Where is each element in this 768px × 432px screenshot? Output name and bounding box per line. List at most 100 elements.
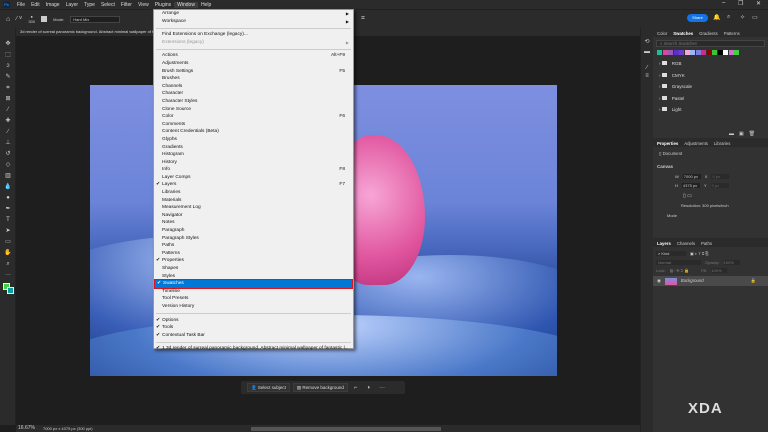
menu-window[interactable]: Window xyxy=(174,1,198,8)
menu-item-gradients[interactable]: Gradients xyxy=(154,144,353,152)
swatch[interactable] xyxy=(723,50,728,55)
y-input[interactable]: 0 px xyxy=(710,183,729,188)
layer-filter-select[interactable]: ⌕ Kind xyxy=(656,251,686,256)
menu-type[interactable]: Type xyxy=(81,2,98,8)
color-swatches[interactable] xyxy=(3,283,14,297)
blend-mode-select[interactable]: Normal xyxy=(656,260,701,265)
menu-file[interactable]: File xyxy=(14,2,28,8)
more-options-button[interactable]: ··· xyxy=(379,385,385,391)
history-panel-icon[interactable]: ⟲ xyxy=(641,38,653,45)
adjust-icon[interactable]: ◑ xyxy=(366,385,370,391)
hand-tool-icon[interactable]: ✋ xyxy=(4,250,12,256)
select-subject-button[interactable]: 👤 Select subject xyxy=(247,383,290,392)
tab-adjustments[interactable]: Adjustments xyxy=(684,141,708,146)
blur-tool-icon[interactable]: 💧 xyxy=(4,184,12,190)
menu-item-options[interactable]: ✔ Options xyxy=(154,317,353,325)
zoom-level[interactable]: 16.67% xyxy=(18,425,35,432)
tab-properties[interactable]: Properties xyxy=(657,141,678,146)
swatch[interactable] xyxy=(701,50,706,55)
share-button[interactable]: Share xyxy=(687,14,708,22)
tab-gradients[interactable]: Gradients xyxy=(699,31,718,36)
swatch[interactable] xyxy=(706,50,712,55)
close-icon[interactable]: ✕ xyxy=(756,0,761,7)
brush-panel-icon[interactable]: ∕ xyxy=(641,65,653,71)
lasso-tool-icon[interactable]: ↄ xyxy=(4,63,12,69)
menu-item-glyphs[interactable]: Glyphs xyxy=(154,136,353,144)
maximize-icon[interactable]: ❐ xyxy=(738,0,743,7)
menu-layer[interactable]: Layer xyxy=(63,2,82,8)
layer-row[interactable]: ◉ Background 🔒 xyxy=(653,276,768,286)
tab-channels[interactable]: Channels xyxy=(677,241,695,246)
menu-item-shapes[interactable]: Shapes xyxy=(154,265,353,273)
move-tool-icon[interactable]: ✥ xyxy=(4,41,12,47)
stamp-tool-icon[interactable]: ⊥ xyxy=(4,140,12,146)
menu-item-channels[interactable]: Channels xyxy=(154,83,353,91)
swatch[interactable] xyxy=(728,50,734,55)
menu-item-paragraph[interactable]: Paragraph xyxy=(154,227,353,235)
menu-item-contextual-task-bar[interactable]: ✔ Contextual Task Bar xyxy=(154,332,353,340)
swatch-folder-pastel[interactable]: › Pastel xyxy=(653,93,768,105)
document-info[interactable]: 7000 px x 4375 px (300 ppi) xyxy=(43,425,93,432)
brush-tool-icon[interactable]: ∕ ˅ xyxy=(16,16,22,22)
menu-help[interactable]: Help xyxy=(198,2,214,8)
menu-item-actions[interactable]: Actions Alt+F9 xyxy=(154,52,353,60)
menu-select[interactable]: Select xyxy=(98,2,118,8)
swatch[interactable] xyxy=(662,50,668,55)
horizontal-scrollbar[interactable] xyxy=(250,426,441,431)
menu-view[interactable]: View xyxy=(135,2,152,8)
home-icon[interactable]: ⌂ xyxy=(6,16,10,23)
lock-icons[interactable]: ▦ ∕ ✥ ⌗ 🔒 xyxy=(670,268,689,273)
menu-item-navigator[interactable]: Navigator xyxy=(154,212,353,220)
menu-item-libraries[interactable]: Libraries xyxy=(154,189,353,197)
height-input[interactable]: 4375 px xyxy=(681,183,700,188)
workspace-icon[interactable]: ▭ xyxy=(752,14,758,21)
menu-item-clone-source[interactable]: Clone Source xyxy=(154,106,353,114)
menu-item-brushes[interactable]: Brushes xyxy=(154,75,353,83)
menu-image[interactable]: Image xyxy=(43,2,63,8)
opacity-input[interactable]: 100% xyxy=(723,260,740,265)
swatch-folder-cmyk[interactable]: › CMYK xyxy=(653,70,768,82)
menu-item-tool-presets[interactable]: Tool Presets xyxy=(154,295,353,303)
menu-item-version-history[interactable]: Version History xyxy=(154,303,353,311)
search-icon[interactable]: ⌕ xyxy=(727,14,730,21)
canvas-section[interactable]: Canvas xyxy=(653,161,768,172)
eye-icon[interactable]: ◉ xyxy=(657,276,661,286)
zoom-tool-icon[interactable]: ⌕ xyxy=(4,261,12,267)
menu-item-find-extensions-on-exchange-legacy[interactable]: Find Extensions on Exchange (legacy)... xyxy=(154,31,353,39)
swatch[interactable] xyxy=(684,50,690,55)
menu-item-1-3d-render-of-surreal-panoramic-backgro[interactable]: ✔ 1 3d render of surreal panoramic backgr… xyxy=(154,345,353,353)
remove-background-button[interactable]: ▨ Remove background xyxy=(292,383,348,392)
dodge-tool-icon[interactable]: ● xyxy=(4,195,12,201)
menu-item-character-styles[interactable]: Character Styles xyxy=(154,98,353,106)
type-tool-icon[interactable]: T xyxy=(4,217,12,223)
menu-item-notes[interactable]: Notes xyxy=(154,219,353,227)
eyedropper-tool-icon[interactable]: ⁄ xyxy=(4,107,12,113)
swatch[interactable] xyxy=(690,50,695,55)
comments-panel-icon[interactable]: ▬ xyxy=(641,49,653,55)
swatch[interactable] xyxy=(734,50,739,55)
menu-item-arrange[interactable]: Arrange ▶ xyxy=(154,10,353,18)
swatch[interactable] xyxy=(717,50,723,55)
menu-item-adjustments[interactable]: Adjustments xyxy=(154,60,353,68)
menu-item-properties[interactable]: ✔ Properties xyxy=(154,257,353,265)
menu-item-character[interactable]: Character xyxy=(154,90,353,98)
swatch[interactable] xyxy=(712,50,717,55)
bell-icon[interactable]: 🔔 xyxy=(713,14,720,21)
menu-filter[interactable]: Filter xyxy=(118,2,135,8)
menu-item-paragraph-styles[interactable]: Paragraph Styles xyxy=(154,235,353,243)
swatch-search-input[interactable]: ⌕ Search Swatches xyxy=(656,40,765,47)
menu-item-materials[interactable]: Materials xyxy=(154,197,353,205)
healing-tool-icon[interactable]: ✚ xyxy=(4,118,12,124)
gradient-tool-icon[interactable]: ▥ xyxy=(4,173,12,179)
menu-item-color[interactable]: Color F6 xyxy=(154,113,353,121)
tab-libraries[interactable]: Libraries xyxy=(714,141,730,146)
menu-item-extensions-legacy[interactable]: Extensions (legacy) ▶ xyxy=(154,39,353,47)
path-select-tool-icon[interactable]: ➤ xyxy=(4,228,12,234)
pen-tool-icon[interactable]: ✒ xyxy=(4,206,12,212)
swatch[interactable] xyxy=(668,50,673,55)
layer-name[interactable]: Background xyxy=(681,276,747,286)
mode-select[interactable]: Hard Mix xyxy=(70,15,121,23)
menu-plugins[interactable]: Plugins xyxy=(152,2,174,8)
crop-tool-icon[interactable]: ⌗ xyxy=(4,85,12,91)
menu-item-styles[interactable]: Styles xyxy=(154,273,353,281)
